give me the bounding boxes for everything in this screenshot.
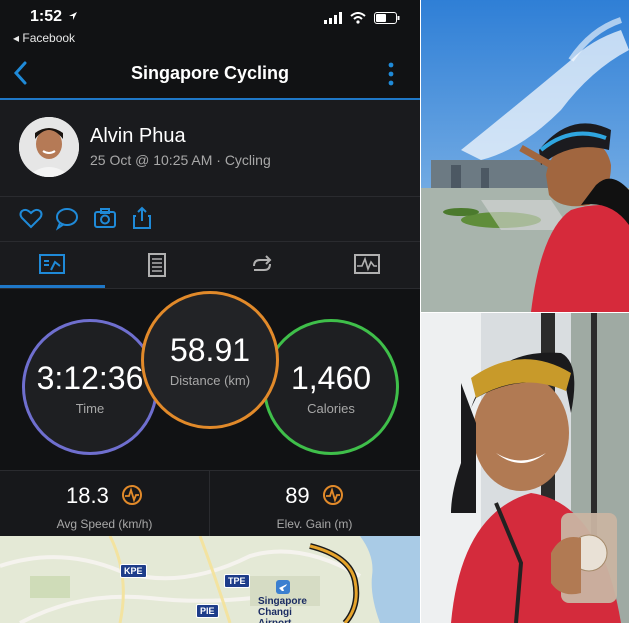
laps-tab-icon bbox=[253, 255, 272, 271]
avatar[interactable] bbox=[19, 117, 79, 177]
page-title: Singapore Cycling bbox=[130, 63, 290, 83]
time-label: Time bbox=[75, 401, 105, 416]
avg-speed-label: Avg Speed (km/h) bbox=[56, 517, 153, 531]
cyclist-selfie-photo bbox=[421, 0, 629, 312]
signal-icon bbox=[324, 12, 342, 24]
action-row bbox=[0, 197, 420, 242]
distance-label: Distance (km) bbox=[169, 373, 251, 388]
distance-stat: 58.91 Distance (km) bbox=[141, 291, 279, 429]
summary-stats: 3:12:36 Time 1,460 Calories 58.91 Distan… bbox=[0, 289, 420, 469]
airport-icon bbox=[276, 580, 290, 594]
location-arrow-icon bbox=[69, 12, 78, 20]
trend-icon bbox=[121, 485, 142, 505]
active-tab-indicator bbox=[0, 285, 105, 288]
elev-gain-value: 89 bbox=[285, 483, 310, 508]
avg-speed-value: 18.3 bbox=[66, 483, 109, 508]
battery-icon bbox=[374, 12, 400, 24]
athlete-name[interactable]: Alvin Phua bbox=[90, 125, 186, 148]
avg-speed-row: 18.3 bbox=[0, 483, 209, 509]
activity-tabs bbox=[0, 242, 420, 289]
more-vertical-icon[interactable] bbox=[388, 62, 394, 86]
map-shield: KPE bbox=[120, 564, 147, 578]
elev-gain-label: Elev. Gain (m) bbox=[276, 517, 353, 531]
trend-icon bbox=[322, 485, 343, 505]
status-icons bbox=[324, 12, 400, 24]
camera-icon[interactable] bbox=[92, 205, 118, 231]
status-time: 1:52 bbox=[30, 8, 78, 26]
summary-tab-icon bbox=[39, 254, 65, 274]
map-label-airport: Singapore Changi Airport bbox=[258, 596, 307, 623]
time-value: 3:12:36 bbox=[36, 360, 144, 396]
elev-gain-row: 89 bbox=[210, 483, 419, 509]
activity-meta: 25 Oct @ 10:25 AM · Cycling bbox=[90, 152, 271, 168]
activity-header: Alvin Phua 25 Oct @ 10:25 AM · Cycling bbox=[0, 100, 420, 197]
heart-icon[interactable] bbox=[18, 205, 44, 231]
tab-charts[interactable] bbox=[315, 242, 420, 288]
map-shield: PIE bbox=[196, 604, 219, 618]
nav-bar: Singapore Cycling bbox=[0, 52, 420, 100]
distance-value: 58.91 bbox=[169, 332, 251, 368]
calories-stat: 1,460 Calories bbox=[263, 319, 399, 455]
time-stat: 3:12:36 Time bbox=[22, 319, 158, 455]
back-to-facebook-link[interactable]: ◂ Facebook bbox=[13, 31, 75, 45]
status-bar: 1:52 ◂ Facebook bbox=[0, 0, 420, 52]
wifi-icon bbox=[350, 12, 366, 24]
map-shield: TPE bbox=[224, 574, 250, 588]
charts-tab-icon bbox=[354, 254, 380, 274]
avg-speed-stat[interactable]: 18.3 Avg Speed (km/h) bbox=[0, 471, 210, 537]
comment-icon[interactable] bbox=[54, 205, 80, 231]
calories-value: 1,460 bbox=[290, 360, 372, 396]
cyclist-drink-photo bbox=[421, 313, 629, 623]
elev-gain-stat[interactable]: 89 Elev. Gain (m) bbox=[210, 471, 419, 537]
secondary-stats: 18.3 Avg Speed (km/h) 89 Elev. Gain (m) bbox=[0, 470, 420, 537]
calories-label: Calories bbox=[307, 401, 355, 416]
route-map[interactable]: KPE TPE PIE Singapore Changi Airport bbox=[0, 536, 420, 623]
share-icon[interactable] bbox=[129, 205, 155, 231]
details-tab-icon bbox=[148, 253, 166, 277]
garmin-app-screen: 1:52 ◂ Facebook Singapore Cycling Alvin … bbox=[0, 0, 420, 623]
tab-details[interactable] bbox=[105, 242, 210, 288]
tab-laps[interactable] bbox=[210, 242, 315, 288]
tab-summary[interactable] bbox=[0, 242, 105, 288]
